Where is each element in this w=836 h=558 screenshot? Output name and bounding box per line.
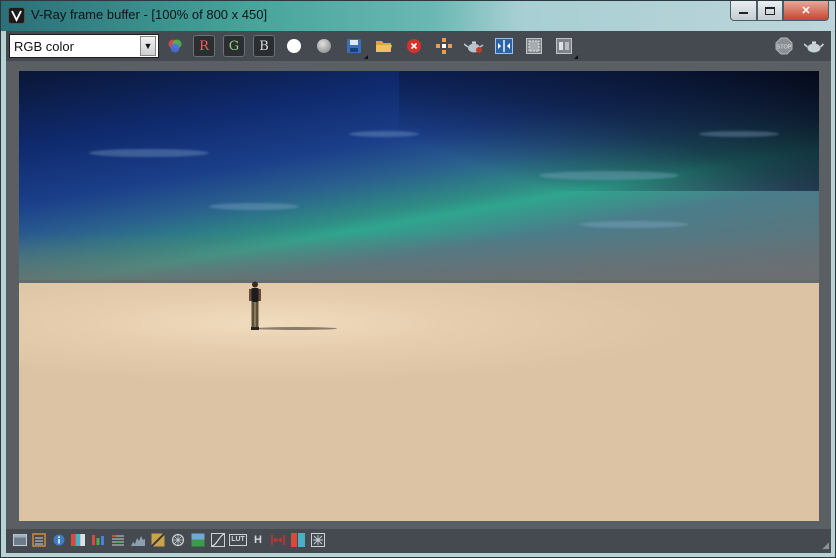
caption-buttons: ✕ — [730, 1, 829, 21]
stereo-icon[interactable] — [311, 533, 325, 547]
color-corrections-icon[interactable] — [71, 533, 85, 547]
display-window-icon[interactable] — [13, 533, 27, 547]
person-figure — [249, 281, 261, 330]
stop-render-icon: STOP — [775, 37, 793, 55]
minimize-button[interactable] — [730, 1, 757, 21]
render-viewport[interactable] — [6, 61, 831, 529]
person-shadow — [255, 327, 337, 330]
close-button[interactable]: ✕ — [783, 1, 829, 21]
curves-list-icon[interactable] — [111, 533, 125, 547]
top-toolbar: RGB color ▼ R G B STOP — [6, 31, 831, 61]
region-render-button[interactable] — [523, 35, 545, 57]
window-title: V-Ray frame buffer - [100% of 800 x 450] — [31, 7, 268, 22]
sky-background — [19, 71, 819, 283]
minimize-icon — [739, 12, 748, 14]
lut-settings-icon[interactable] — [32, 533, 46, 547]
red-channel-button[interactable]: R — [193, 35, 215, 57]
clear-image-icon — [407, 39, 421, 53]
levels-icon[interactable] — [91, 533, 105, 547]
track-mouse-icon — [436, 38, 452, 54]
save-image-icon — [347, 39, 361, 53]
ground-plane — [19, 283, 819, 521]
render-icon — [804, 41, 824, 53]
render-last-button[interactable] — [463, 35, 485, 57]
color-channels-icon[interactable] — [164, 35, 186, 57]
chevron-down-icon[interactable]: ▼ — [140, 36, 156, 56]
pixel-aspect-icon[interactable] — [271, 533, 285, 547]
green-channel-label: G — [223, 35, 245, 57]
green-channel-button[interactable]: G — [223, 35, 245, 57]
exposure-icon[interactable] — [151, 533, 165, 547]
open-image-button[interactable] — [373, 35, 395, 57]
region-render-icon — [526, 38, 542, 54]
resize-grip[interactable]: ◢ — [822, 540, 829, 551]
red-channel-label: R — [193, 35, 215, 57]
compare-ab-icon — [495, 38, 513, 54]
blue-channel-button[interactable]: B — [253, 35, 275, 57]
color-bars-icon[interactable] — [291, 533, 305, 547]
lut-label: LUT — [229, 534, 247, 546]
title-bar[interactable]: V-Ray frame buffer - [100% of 800 x 450]… — [1, 1, 835, 31]
clear-image-button[interactable] — [403, 35, 425, 57]
stop-label: STOP — [777, 45, 792, 51]
mono-gray-button[interactable] — [313, 35, 335, 57]
lut-icon[interactable]: LUT — [229, 533, 247, 547]
save-image-button[interactable] — [343, 35, 368, 59]
maximize-button[interactable] — [757, 1, 783, 21]
channel-select[interactable]: RGB color ▼ — [9, 34, 159, 58]
info-icon[interactable] — [52, 533, 66, 547]
open-folder-icon — [376, 41, 392, 52]
history-button[interactable] — [553, 35, 578, 59]
vray-app-icon — [8, 7, 25, 24]
render-button[interactable] — [803, 35, 825, 57]
vray-frame-buffer-window: V-Ray frame buffer - [100% of 800 x 450]… — [0, 0, 836, 558]
mono-white-button[interactable] — [283, 35, 305, 57]
rendered-image — [19, 71, 819, 521]
h-icon[interactable]: H — [251, 533, 265, 547]
white-dot-icon — [287, 39, 301, 53]
channel-select-value: RGB color — [14, 38, 74, 54]
track-mouse-button[interactable] — [433, 35, 455, 57]
background-icon[interactable] — [191, 533, 205, 547]
render-teapot-icon — [464, 41, 484, 53]
curve-icon[interactable] — [211, 533, 225, 547]
lens-effects-icon[interactable] — [171, 533, 185, 547]
blue-channel-label: B — [253, 35, 275, 57]
gray-dot-icon — [317, 39, 331, 53]
compare-ab-button[interactable] — [493, 35, 515, 57]
bottom-toolbar: LUT H ◢ — [6, 529, 831, 553]
h-label: H — [254, 534, 262, 546]
maximize-icon — [765, 6, 775, 15]
history-icon — [556, 38, 572, 54]
histogram-icon[interactable] — [131, 533, 145, 547]
stop-render-button[interactable]: STOP — [773, 35, 795, 57]
close-icon: ✕ — [801, 5, 811, 17]
